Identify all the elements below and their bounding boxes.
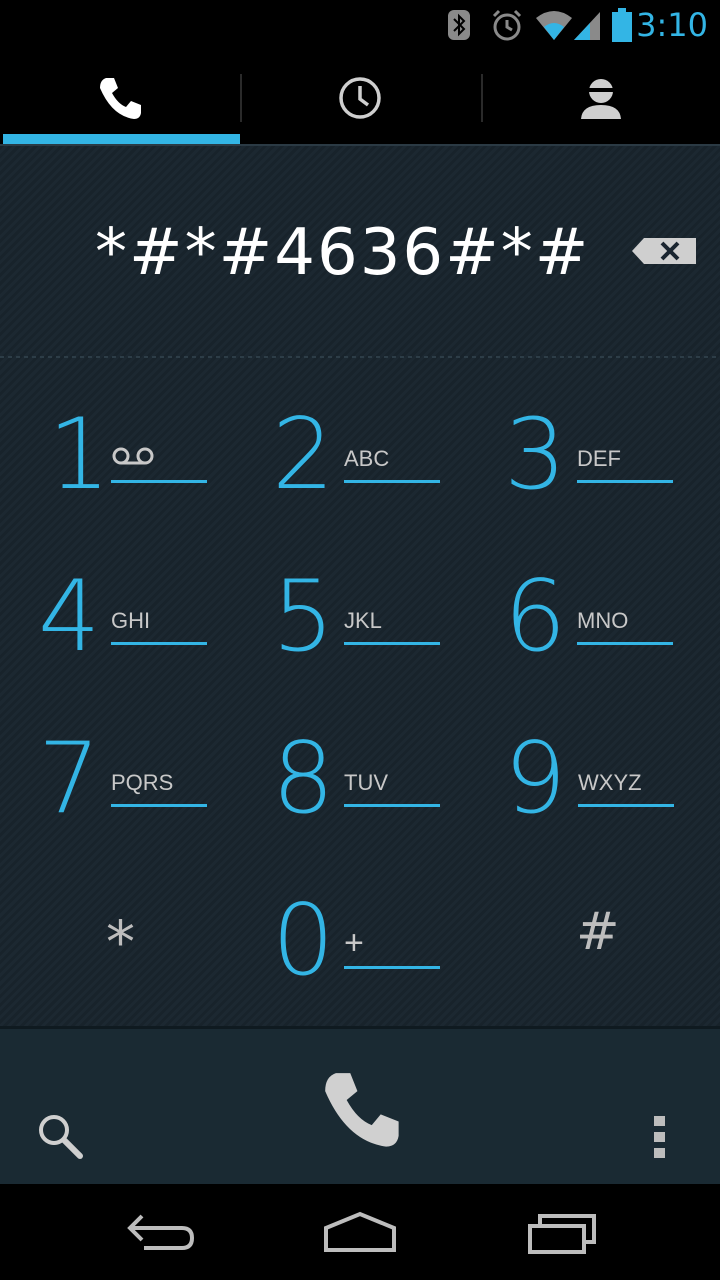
key-underline <box>111 642 207 645</box>
key-digit: 8 <box>272 722 335 836</box>
key-letters: WXYZ <box>578 770 642 795</box>
key-underline <box>577 480 673 483</box>
key-digit: 9 <box>504 722 567 836</box>
key-0[interactable]: 0 + <box>234 854 468 1016</box>
clock-time: 3:10 <box>636 6 708 44</box>
key-digit: 1 <box>48 398 111 512</box>
phone-icon <box>100 78 141 119</box>
key-letters: PQRS <box>111 770 174 795</box>
clock-icon <box>339 77 381 119</box>
key-4[interactable]: 4 GHI <box>0 530 234 692</box>
key-underline <box>344 804 440 807</box>
key-star[interactable]: * <box>0 854 234 1016</box>
digits-field[interactable]: *#*#4636#*# <box>0 146 720 356</box>
key-underline <box>344 480 440 483</box>
action-bar-separator <box>0 1026 720 1029</box>
key-symbol: * <box>106 908 135 976</box>
recent-apps-icon[interactable] <box>526 1208 598 1256</box>
key-underline <box>344 642 440 645</box>
key-underline <box>577 642 673 645</box>
overflow-menu-icon[interactable] <box>650 1114 670 1160</box>
key-5[interactable]: 5 JKL <box>234 530 468 692</box>
key-letters: + <box>344 924 364 962</box>
status-bar: 3:10 <box>0 0 720 50</box>
key-digit: 6 <box>504 560 567 674</box>
contact-icon <box>581 79 621 119</box>
key-underline <box>344 966 440 969</box>
key-digit: 5 <box>272 560 335 674</box>
dial-call-button[interactable] <box>318 1066 404 1152</box>
tab-contacts[interactable] <box>481 50 720 146</box>
key-underline <box>111 480 207 483</box>
bluetooth-icon <box>448 10 470 40</box>
battery-icon <box>612 8 632 42</box>
key-digit: 3 <box>504 398 567 512</box>
key-digit: 7 <box>38 722 101 836</box>
navigation-bar <box>0 1184 720 1280</box>
wifi-icon <box>536 11 572 40</box>
key-letters: GHI <box>111 608 151 633</box>
key-letters: DEF <box>577 446 621 471</box>
alarm-icon <box>492 9 522 41</box>
tab-phone[interactable] <box>0 50 240 146</box>
tab-call-log[interactable] <box>240 50 480 146</box>
key-symbol: # <box>576 902 620 962</box>
key-3[interactable]: 3 DEF <box>468 368 702 530</box>
signal-icon <box>574 12 600 40</box>
key-underline <box>578 804 674 807</box>
key-6[interactable]: 6 MNO <box>468 530 702 692</box>
key-letters: ABC <box>344 446 390 471</box>
key-2[interactable]: 2 ABC <box>234 368 468 530</box>
key-9[interactable]: 9 WXYZ <box>468 692 702 854</box>
voicemail-icon <box>112 447 154 465</box>
dialed-number[interactable]: *#*#4636#*# <box>95 216 590 290</box>
home-icon[interactable] <box>322 1208 398 1256</box>
digits-separator <box>0 356 720 358</box>
back-icon[interactable] <box>122 1208 196 1256</box>
key-7[interactable]: 7 PQRS <box>0 692 234 854</box>
tab-bar <box>0 50 720 146</box>
key-8[interactable]: 8 TUV <box>234 692 468 854</box>
key-letters: JKL <box>344 608 382 633</box>
key-pound[interactable]: # <box>468 854 702 1016</box>
key-1[interactable]: 1 <box>0 368 234 530</box>
key-digit: 2 <box>272 398 335 512</box>
key-letters: TUV <box>344 770 388 795</box>
key-letters: MNO <box>577 608 629 633</box>
search-icon[interactable] <box>36 1112 86 1162</box>
backspace-icon[interactable] <box>630 232 700 272</box>
action-bar <box>0 1026 720 1184</box>
key-digit: 0 <box>272 884 335 998</box>
key-underline <box>111 804 207 807</box>
key-digit: 4 <box>38 560 101 674</box>
